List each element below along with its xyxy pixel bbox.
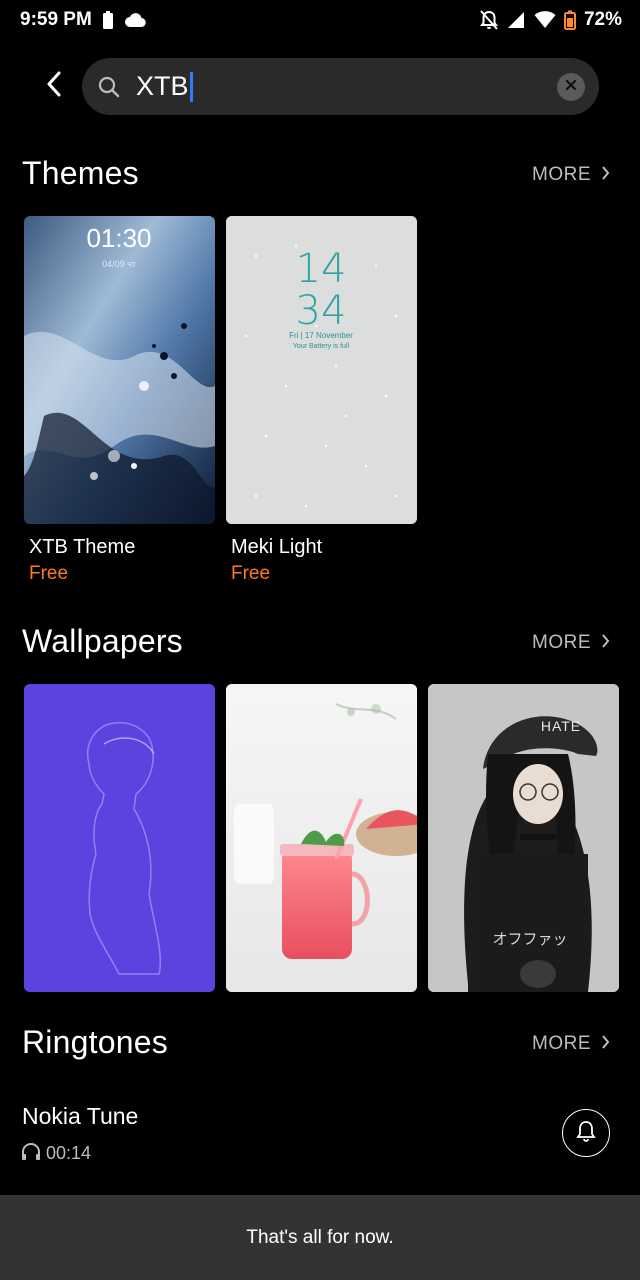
notifications-off-icon — [479, 10, 498, 30]
theme-price: Free — [231, 563, 271, 584]
themes-section-title: Themes — [22, 155, 139, 191]
wallpaper-preview-drink — [226, 684, 417, 992]
ringtones-section-title: Ringtones — [22, 1024, 168, 1060]
set-ringtone-button[interactable] — [562, 1109, 610, 1157]
ringtone-duration: 00:14 — [46, 1143, 92, 1163]
theme-preview-status: Your Battery is full — [293, 343, 350, 350]
cloud-icon — [124, 12, 146, 28]
end-of-results-toast: That's all for now. — [0, 1195, 640, 1280]
ringtones-more-link[interactable]: MORE — [532, 1033, 610, 1055]
search-icon — [98, 76, 120, 98]
theme-preview-meki: 14 34 Fri | 17 November Your Battery is … — [226, 216, 417, 524]
battery-percent: 72% — [583, 9, 622, 30]
theme-name: XTB Theme — [29, 536, 136, 558]
ringtone-duration-row: 00:14 — [20, 1141, 91, 1166]
theme-card-xtb[interactable]: 01:30 04/09 чт — [24, 216, 215, 524]
wallpaper-card-drink[interactable] — [226, 684, 417, 992]
more-label: MORE — [532, 164, 591, 185]
signal-icon — [506, 10, 526, 30]
headphones-icon — [20, 1141, 42, 1166]
chevron-right-icon — [601, 1033, 610, 1055]
wallpaper-card-silhouette[interactable] — [24, 684, 215, 992]
text-caret — [189, 71, 193, 102]
search-query: XTB — [136, 71, 189, 101]
clear-icon — [565, 78, 577, 96]
status-time: 9:59 PM — [20, 9, 92, 30]
wallpapers-section-title: Wallpapers — [22, 623, 183, 659]
wallpaper-preview-silhouette — [24, 684, 215, 992]
more-label: MORE — [532, 632, 591, 653]
wallpaper-preview-anime: HATE オフファッ — [428, 684, 619, 992]
theme-preview-xtb: 01:30 04/09 чт — [24, 216, 215, 524]
bell-icon — [576, 1120, 596, 1147]
chevron-right-icon — [601, 164, 610, 186]
theme-preview-date: 04/09 чт — [102, 259, 136, 269]
theme-name: Meki Light — [231, 536, 323, 558]
battery-icon — [563, 10, 576, 30]
wallpaper-card-anime[interactable]: HATE オフファッ — [428, 684, 619, 992]
themes-more-link[interactable]: MORE — [532, 164, 610, 186]
theme-preview-hour: 14 — [296, 246, 347, 292]
theme-price: Free — [29, 563, 69, 584]
chevron-right-icon — [601, 632, 610, 654]
wifi-icon — [534, 11, 556, 29]
ringtone-name[interactable]: Nokia Tune — [22, 1103, 138, 1130]
search-input[interactable]: XTB — [136, 71, 557, 102]
wallpapers-more-link[interactable]: MORE — [532, 632, 610, 654]
theme-card-meki[interactable]: 14 34 Fri | 17 November Your Battery is … — [226, 216, 417, 524]
search-bar[interactable]: XTB — [82, 58, 599, 115]
clear-search-button[interactable] — [557, 72, 585, 101]
theme-preview-minute: 34 — [296, 288, 347, 334]
theme-preview-time: 01:30 — [86, 223, 151, 253]
back-button[interactable] — [36, 66, 72, 106]
back-arrow-icon — [46, 71, 62, 102]
shirt-text: オフファッ — [492, 930, 567, 948]
theme-preview-date: Fri | 17 November — [289, 331, 353, 340]
more-label: MORE — [532, 1033, 591, 1054]
status-bar: 9:59 PM 72% — [0, 0, 640, 40]
cap-text: HATE — [541, 718, 581, 734]
battery-saver-icon — [102, 11, 114, 29]
footer-message: That's all for now. — [246, 1226, 394, 1248]
